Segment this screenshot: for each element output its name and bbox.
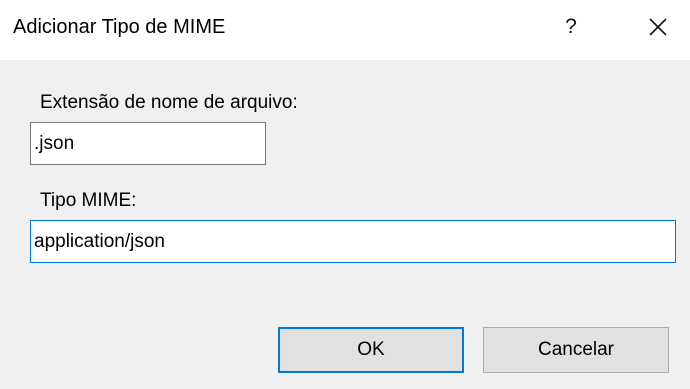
extension-input[interactable] — [30, 122, 266, 165]
help-button[interactable]: ? — [556, 10, 586, 44]
close-button[interactable] — [640, 10, 676, 44]
mime-type-label: Tipo MIME: — [40, 190, 137, 211]
close-icon — [649, 18, 667, 36]
ok-button[interactable]: OK — [278, 327, 464, 373]
cancel-button[interactable]: Cancelar — [483, 327, 669, 373]
extension-label: Extensão de nome de arquivo: — [40, 92, 298, 113]
window-title: Adicionar Tipo de MIME — [13, 16, 226, 38]
mime-type-input[interactable] — [30, 220, 676, 263]
add-mime-type-dialog: Adicionar Tipo de MIME ? Extensão de nom… — [0, 0, 690, 389]
title-bar: Adicionar Tipo de MIME ? — [0, 0, 690, 60]
